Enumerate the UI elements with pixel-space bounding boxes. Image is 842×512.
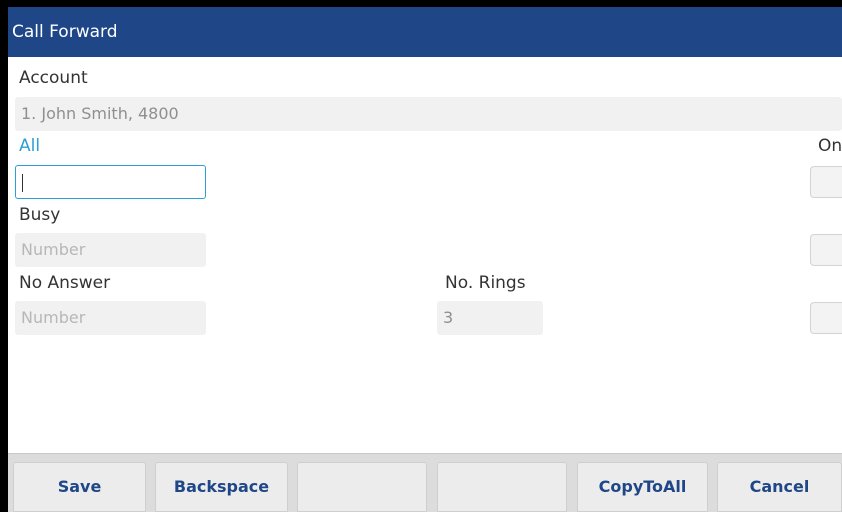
save-softkey[interactable]: Save [13,462,146,512]
backspace-softkey[interactable]: Backspace [155,462,288,512]
call-forward-screen: Call Forward Account 1. John Smith, 4800… [0,0,842,512]
forward-busy-number-input[interactable]: Number [15,233,206,267]
screen-bezel-left [0,0,8,512]
account-select[interactable]: 1. John Smith, 4800 [15,97,842,131]
softkey-4-empty[interactable] [437,462,567,512]
screen-bezel-top [0,0,842,7]
page-title: Call Forward [8,7,842,57]
forward-all-on-toggle[interactable] [810,166,842,198]
forward-no-answer-on-toggle[interactable] [810,302,842,334]
account-label: Account [19,68,88,88]
copy-to-all-softkey[interactable]: CopyToAll [577,462,708,512]
forward-busy-label: Busy [19,205,61,225]
forward-no-answer-label: No Answer [19,273,111,293]
forward-all-number-input[interactable] [15,165,206,199]
forward-busy-on-toggle[interactable] [810,234,842,266]
no-rings-input[interactable]: 3 [437,301,543,335]
no-rings-label: No. Rings [445,273,526,293]
text-cursor [22,173,23,192]
softkey-3-empty[interactable] [297,462,427,512]
on-column-label: On [818,136,842,156]
forward-all-label: All [19,136,41,156]
cancel-softkey[interactable]: Cancel [717,462,842,512]
forward-no-answer-number-input[interactable]: Number [15,301,206,335]
